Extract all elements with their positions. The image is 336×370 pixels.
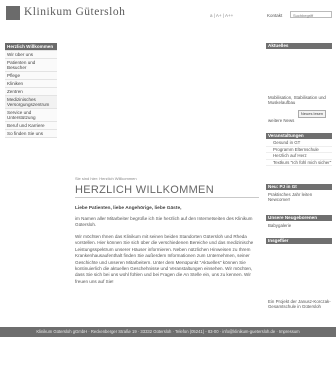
lead-text: Liebe Patienten, liebe Angehörige, liebe… bbox=[75, 206, 182, 211]
veranstaltungen-list: Gesund in GT Programm Elternschule Herzl… bbox=[266, 140, 332, 166]
aktuelles-header: Aktuelles bbox=[266, 43, 332, 49]
body-paragraph: Wir möchten Ihnen das Klinikum mit seine… bbox=[75, 234, 254, 284]
search-input[interactable]: Suchbegriff bbox=[290, 11, 332, 18]
aktuelles-text[interactable]: Mobilisation, Stabilisation und Muskelau… bbox=[268, 95, 332, 106]
sidebar-item-kliniken[interactable]: Kliniken bbox=[5, 80, 57, 88]
sidebar-item-patienten[interactable]: Patienten und Besucher bbox=[5, 59, 57, 72]
more-news-link[interactable]: weitere News bbox=[268, 118, 332, 123]
sidebar-item-wir-ueber-uns[interactable]: Wir über uns bbox=[5, 51, 57, 59]
sidebar-item-mvz[interactable]: Medizinisches Versorgungszentrum bbox=[5, 96, 57, 109]
news-button[interactable]: Neues lesen bbox=[298, 110, 326, 118]
neugeborene-header: Unsere Neugeborenen bbox=[266, 215, 332, 221]
babygalerie-link[interactable]: Babygalerie bbox=[268, 223, 332, 228]
sidebar-item-anfahrt[interactable]: So finden Sie uns bbox=[5, 130, 57, 138]
veranstaltungen-header: Veranstaltungen bbox=[266, 133, 332, 139]
event-item[interactable]: Textkurs "Ich fühl mich sicher" bbox=[266, 160, 332, 166]
title-divider bbox=[75, 197, 259, 198]
footer: Klinikum Gütersloh gGmbH · Reckenberger … bbox=[0, 327, 336, 337]
pj-header: Neu: PJ in Gt bbox=[266, 184, 332, 190]
sidebar-item-service[interactable]: Service und Unterstützung bbox=[5, 109, 57, 122]
pj-text[interactable]: Praktisches Jahr leiten Newcomer! bbox=[268, 192, 332, 203]
sidebar-item-zentren[interactable]: Zentren bbox=[5, 88, 57, 96]
sidebar-item-pflege[interactable]: Pflege bbox=[5, 72, 57, 80]
font-size-control[interactable]: a | A+ | A++ bbox=[210, 13, 233, 18]
page-title: HERZLICH WILLKOMMEN bbox=[75, 184, 214, 196]
intro-paragraph: im Namen aller Mitarbeiter begrüße ich S… bbox=[75, 216, 253, 228]
breadcrumb: Sie sind hier: Herzlich Willkommen bbox=[75, 176, 137, 181]
insgeflier-header: Insgeflier bbox=[266, 238, 332, 244]
contact-link[interactable]: Kontakt bbox=[267, 13, 282, 18]
sidebar-item-herzlich-willkommen[interactable]: Herzlich Willkommen bbox=[5, 43, 57, 51]
sidebar-nav: Herzlich Willkommen Wir über uns Patient… bbox=[5, 43, 57, 138]
sidebar-item-karriere[interactable]: Beruf und Karriere bbox=[5, 122, 57, 130]
project-text[interactable]: Ein Projekt der Janusz-Korczak-Gesamtsch… bbox=[268, 299, 332, 310]
logo-icon[interactable] bbox=[6, 6, 20, 20]
logo-text[interactable]: Klinikum Gütersloh bbox=[24, 6, 125, 18]
